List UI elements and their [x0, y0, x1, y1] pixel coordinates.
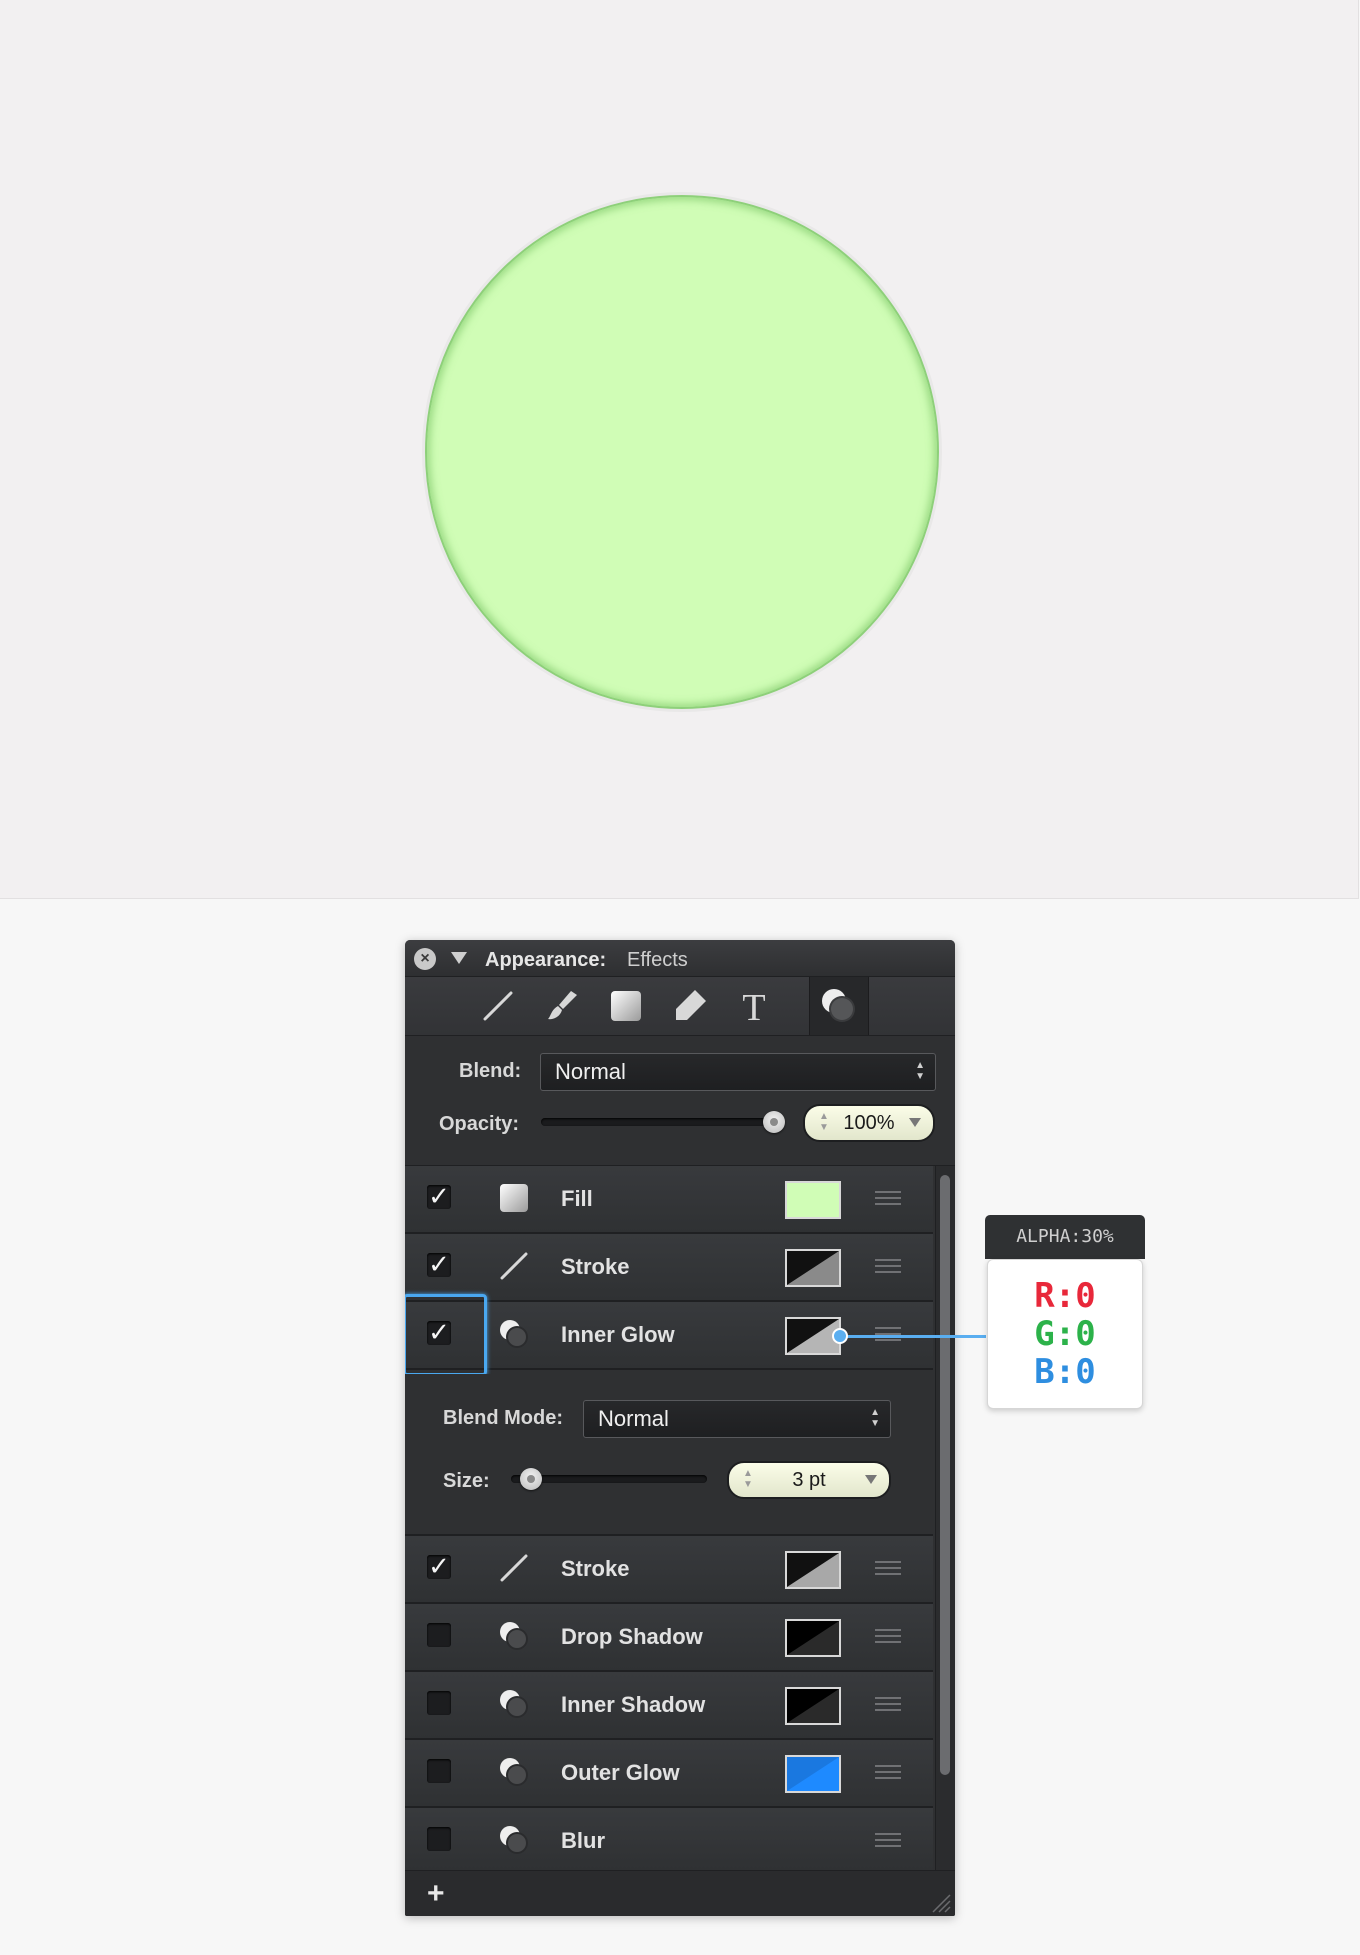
effect-icon: [497, 1755, 531, 1789]
effect-label: Blur: [561, 1828, 605, 1853]
effect-label: Inner Shadow: [561, 1692, 706, 1717]
effect-checkbox[interactable]: [427, 1827, 451, 1851]
green-circle-shape[interactable]: [425, 195, 939, 709]
effect-row-fill[interactable]: ✓ Fill: [405, 1166, 933, 1234]
drag-handle-icon[interactable]: [875, 1697, 901, 1711]
checkbox-highlight: [405, 1294, 487, 1376]
effect-label: Fill: [561, 1186, 593, 1211]
effect-row-drop-shadow[interactable]: Drop Shadow: [405, 1604, 933, 1672]
effect-row-stroke[interactable]: ✓ Stroke: [405, 1234, 933, 1302]
color-swatch[interactable]: [785, 1755, 841, 1793]
drag-handle-icon[interactable]: [875, 1561, 901, 1575]
inner-glow-settings: Blend Mode: Normal ▲ ▼ Size: ▲ ▼ 3 pt: [405, 1374, 933, 1536]
color-swatch[interactable]: [785, 1687, 841, 1725]
add-effect-button[interactable]: +: [427, 1877, 445, 1911]
close-icon[interactable]: ×: [414, 948, 436, 970]
color-swatch[interactable]: [785, 1249, 841, 1287]
effect-icon: [497, 1823, 531, 1857]
effect-row-stroke[interactable]: ✓ Stroke: [405, 1536, 933, 1604]
callout-anchor-dot: [832, 1328, 848, 1344]
stroke-icon: [497, 1249, 531, 1283]
size-slider-knob[interactable]: [519, 1468, 542, 1490]
callout-connector: [838, 1335, 986, 1338]
color-callout: ALPHA:30% R:0 G:0 B:0: [985, 1215, 1145, 1411]
blend-value: Normal: [555, 1059, 626, 1084]
chevron-down-icon[interactable]: [909, 1118, 921, 1127]
size-field[interactable]: ▲ ▼ 3 pt: [727, 1461, 891, 1499]
fill-tool-icon[interactable]: [605, 985, 647, 1027]
svg-text:T: T: [742, 987, 765, 1027]
effect-checkbox[interactable]: ✓: [427, 1251, 451, 1277]
effect-label: Inner Glow: [561, 1322, 675, 1347]
panel-titlebar: × Appearance: Effects: [405, 940, 955, 977]
blend-select[interactable]: Normal ▲ ▼: [540, 1053, 936, 1091]
drag-handle-icon[interactable]: [875, 1327, 901, 1341]
select-arrows-icon: ▲ ▼: [870, 1407, 880, 1429]
effect-label: Outer Glow: [561, 1760, 680, 1785]
effect-checkbox[interactable]: [427, 1759, 451, 1783]
text-tool-icon[interactable]: T: [733, 985, 775, 1029]
blend-mode-value: Normal: [598, 1406, 669, 1431]
effect-checkbox[interactable]: ✓: [427, 1553, 451, 1579]
blend-label: Blend:: [459, 1060, 522, 1082]
color-swatch[interactable]: [785, 1619, 841, 1657]
effect-label: Drop Shadow: [561, 1624, 703, 1649]
effects-tool-icon[interactable]: [809, 977, 869, 1035]
stroke-tool-icon[interactable]: [477, 985, 519, 1027]
opacity-slider[interactable]: [541, 1118, 785, 1126]
disclosure-triangle-icon[interactable]: [451, 952, 467, 964]
callout-alpha: ALPHA:30%: [985, 1215, 1145, 1259]
blend-mode-select[interactable]: Normal ▲ ▼: [583, 1400, 891, 1438]
resize-handle-icon[interactable]: [929, 1891, 951, 1913]
callout-green: G:0: [1034, 1314, 1096, 1354]
fill-icon: [497, 1181, 531, 1215]
effect-icon: [497, 1317, 531, 1351]
panel-toolbar: T: [405, 977, 955, 1036]
opacity-field[interactable]: ▲ ▼ 100%: [803, 1104, 935, 1142]
effect-checkbox[interactable]: ✓: [427, 1183, 451, 1209]
size-label: Size:: [443, 1470, 490, 1492]
effect-row-outer-glow[interactable]: Outer Glow: [405, 1740, 933, 1808]
effect-checkbox[interactable]: [427, 1691, 451, 1715]
color-swatch[interactable]: [785, 1551, 841, 1589]
scrollbar-thumb[interactable]: [940, 1175, 950, 1775]
drag-handle-icon[interactable]: [875, 1259, 901, 1273]
effect-row-inner-shadow[interactable]: Inner Shadow: [405, 1672, 933, 1740]
blend-mode-label: Blend Mode:: [443, 1407, 563, 1429]
opacity-slider-knob[interactable]: [763, 1111, 785, 1133]
callout-red: R:0: [1034, 1276, 1096, 1316]
effect-label: Stroke: [561, 1556, 630, 1581]
artboard-canvas[interactable]: [0, 0, 1359, 899]
tag-tool-icon[interactable]: [669, 985, 711, 1027]
effect-checkbox[interactable]: [427, 1623, 451, 1647]
panel-footer: +: [405, 1870, 955, 1916]
effect-icon: [497, 1687, 531, 1721]
effect-icon: [497, 1619, 531, 1653]
select-arrows-icon: ▲ ▼: [915, 1060, 925, 1082]
drag-handle-icon[interactable]: [875, 1191, 901, 1205]
brush-tool-icon[interactable]: [541, 985, 583, 1027]
color-swatch[interactable]: [785, 1181, 841, 1219]
chevron-down-icon[interactable]: [865, 1475, 877, 1484]
appearance-panel: × Appearance: Effects T Blend: Normal ▲ ▼…: [405, 940, 955, 1916]
effect-label: Stroke: [561, 1254, 630, 1279]
stroke-icon: [497, 1551, 531, 1585]
callout-blue: B:0: [1034, 1352, 1096, 1392]
panel-title: Appearance:: [485, 949, 607, 971]
opacity-label: Opacity:: [439, 1113, 520, 1135]
drag-handle-icon[interactable]: [875, 1765, 901, 1779]
drag-handle-icon[interactable]: [875, 1629, 901, 1643]
callout-body: R:0 G:0 B:0: [987, 1259, 1143, 1409]
panel-subtitle: Effects: [627, 949, 688, 971]
drag-handle-icon[interactable]: [875, 1833, 901, 1847]
effect-row-blur[interactable]: Blur: [405, 1808, 933, 1872]
